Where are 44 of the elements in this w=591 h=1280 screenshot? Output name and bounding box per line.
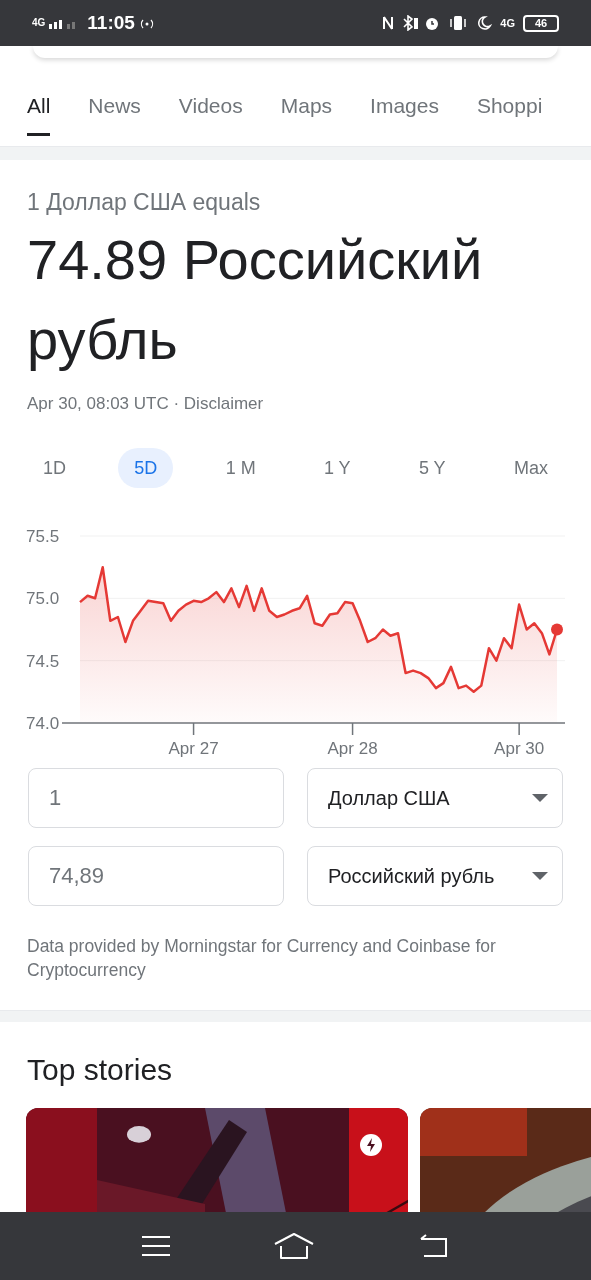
period-tab[interactable]: Max: [497, 448, 564, 488]
vibrate-icon: [448, 15, 469, 31]
home-icon[interactable]: [274, 1233, 315, 1259]
back-icon[interactable]: [418, 1234, 449, 1258]
period-tab[interactable]: 5 Y: [402, 448, 462, 488]
menu-icon[interactable]: [142, 1235, 171, 1257]
converted-amount: 74.89 Российский рубль: [27, 227, 484, 373]
search-tab[interactable]: Images: [370, 89, 439, 136]
currency-dropdown[interactable]: Российский рубль: [307, 846, 563, 906]
caret-icon: [532, 794, 548, 802]
y-axis-label: 75.5: [26, 527, 60, 546]
timestamp: Apr 30, 08:03 UTC ·: [27, 394, 181, 413]
clock: 11:05: [87, 10, 135, 35]
amount-field[interactable]: 74,89: [28, 846, 284, 906]
search-tab[interactable]: Shoppi: [476, 89, 543, 136]
network-label: 4G: [32, 18, 46, 28]
x-axis-label: Apr 28: [327, 739, 378, 758]
currency-dropdown[interactable]: Доллар США: [307, 768, 563, 828]
period-tab[interactable]: 1D: [27, 448, 82, 488]
y-axis-label: 74.0: [26, 714, 60, 733]
period-tab[interactable]: 1 Y: [307, 448, 367, 488]
nfc-icon: [382, 15, 395, 31]
period-tab[interactable]: 1 M: [209, 448, 272, 488]
period-tab[interactable]: 5D: [118, 448, 174, 488]
x-axis-label: Apr 30: [494, 739, 545, 758]
search-tab[interactable]: Maps: [280, 89, 333, 136]
moon-icon: [476, 15, 493, 31]
search-tab[interactable]: Videos: [178, 89, 243, 136]
caret-icon: [532, 872, 548, 880]
section-title: Top stories: [26, 1052, 174, 1088]
equals-line: 1 Доллар США equals: [27, 188, 262, 216]
amount-field[interactable]: 1: [28, 768, 284, 828]
network-label: 4G: [500, 17, 515, 29]
bluetooth-icon: [402, 15, 421, 31]
source-note: Data provided by Morningstar for Currency and Coinbase for Cryptocurrency: [26, 935, 497, 982]
y-axis-label: 75.0: [26, 589, 60, 609]
y-axis-label: 74.5: [26, 651, 60, 671]
battery-icon: 46: [523, 14, 559, 32]
alarm-icon: [424, 15, 441, 31]
disclaimer-link[interactable]: Disclaimer: [183, 394, 264, 413]
x-axis-label: Apr 27: [168, 739, 219, 758]
current-point: [551, 623, 563, 636]
search-tab[interactable]: All: [27, 89, 51, 136]
search-tab[interactable]: News: [88, 89, 141, 136]
